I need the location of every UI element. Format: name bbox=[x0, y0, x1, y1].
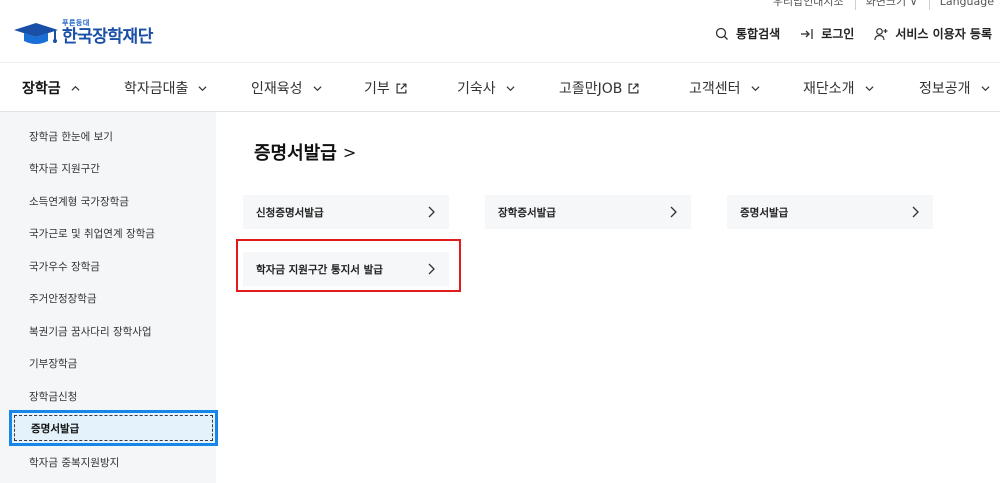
sidebar-item-national-excellence[interactable]: 국가우수 장학금 bbox=[0, 250, 216, 282]
chevron-down-icon bbox=[313, 85, 322, 91]
chevron-down-icon bbox=[198, 85, 207, 91]
graduation-cap-logo-icon bbox=[14, 22, 58, 44]
sidebar-item-certificate-issuance[interactable]: 증명서발급 bbox=[9, 410, 218, 446]
gnb-item-talent[interactable]: 인재육성 bbox=[251, 63, 322, 113]
global-navigation: 장학금 학자금대출 인재육성 기부 기숙사 고졸만JOB 고객센터 재단소개 정… bbox=[0, 62, 1000, 114]
gnb-item-dormitory[interactable]: 기숙사 bbox=[457, 63, 515, 113]
gnb-label: 인재육성 bbox=[251, 81, 303, 97]
sidebar-item-duplicate-prevention[interactable]: 학자금 중복지원방지 bbox=[0, 446, 216, 478]
gnb-label: 학자금대출 bbox=[124, 81, 189, 97]
gnb-item-high-school-job[interactable]: 고졸만JOB bbox=[559, 63, 639, 113]
sidebar-item-income-linked[interactable]: 소득연계형 국가장학금 bbox=[0, 185, 216, 217]
gnb-label: 재단소개 bbox=[803, 81, 855, 97]
sidebar-item-scholarship-overview[interactable]: 장학금 한눈에 보기 bbox=[0, 120, 216, 152]
logo-title: 한국장학재단 bbox=[62, 27, 153, 47]
login-button[interactable]: 로그인 bbox=[800, 25, 854, 42]
sidebar-item-application[interactable]: 장학금신청 bbox=[0, 380, 216, 412]
card-support-tier-notice[interactable]: 학자금 지원구간 통지서 발급 bbox=[243, 252, 449, 286]
gnb-label: 고객센터 bbox=[689, 81, 741, 97]
register-button[interactable]: 서비스 이용자 등록 bbox=[874, 25, 992, 42]
external-link-icon bbox=[396, 82, 407, 94]
search-button[interactable]: 통합검색 bbox=[715, 25, 780, 42]
gnb-item-disclosure[interactable]: 정보공개 bbox=[919, 63, 990, 113]
chevron-down-icon bbox=[865, 85, 874, 91]
sidebar-item-housing[interactable]: 주거안정장학금 bbox=[0, 282, 216, 314]
search-button-label: 통합검색 bbox=[736, 27, 781, 41]
gnb-item-about[interactable]: 재단소개 bbox=[803, 63, 874, 113]
chevron-right-icon bbox=[670, 206, 677, 218]
search-icon bbox=[715, 27, 729, 40]
login-icon bbox=[801, 28, 813, 39]
gnb-item-donation[interactable]: 기부 bbox=[364, 63, 407, 113]
login-button-label: 로그인 bbox=[821, 27, 855, 41]
sidebar: 장학금 한눈에 보기 학자금 지원구간 소득연계형 국가장학금 국가근로 및 취… bbox=[0, 112, 218, 483]
card-label: 증명서발급 bbox=[740, 206, 789, 219]
chevron-up-icon bbox=[71, 85, 80, 91]
gnb-item-customer-center[interactable]: 고객센터 bbox=[689, 63, 760, 113]
gnb-label: 고졸만JOB bbox=[559, 81, 623, 97]
card-label: 장학증서발급 bbox=[498, 206, 556, 219]
page-title-chevron: > bbox=[342, 142, 357, 162]
gnb-label: 정보공개 bbox=[919, 81, 971, 97]
card-certificate[interactable]: 증명서발급 bbox=[727, 195, 933, 229]
chevron-right-icon bbox=[428, 206, 435, 218]
chevron-right-icon bbox=[428, 263, 435, 275]
page-title: 증명서발급 > bbox=[254, 139, 356, 165]
gnb-label: 장학금 bbox=[22, 81, 61, 97]
site-header: 푸른등대 한국장학재단 통합검색 로그인 서비스 이용자 등록 bbox=[0, 0, 1000, 62]
card-label: 신청증명서발급 bbox=[256, 206, 324, 219]
logo-subtitle: 푸른등대 bbox=[62, 19, 90, 27]
card-label: 학자금 지원구간 통지서 발급 bbox=[256, 263, 383, 276]
chevron-down-icon bbox=[981, 85, 990, 91]
chevron-down-icon bbox=[751, 85, 760, 91]
external-link-icon bbox=[628, 82, 639, 94]
user-add-icon bbox=[874, 27, 888, 40]
page-title-text: 증명서발급 bbox=[254, 143, 337, 164]
card-scholarship-certificate[interactable]: 장학증서발급 bbox=[485, 195, 691, 229]
sidebar-item-work-study[interactable]: 국가근로 및 취업연계 장학금 bbox=[0, 217, 216, 249]
sidebar-item-donation-scholarship[interactable]: 기부장학금 bbox=[0, 347, 216, 379]
gnb-item-scholarship[interactable]: 장학금 bbox=[22, 63, 88, 114]
gnb-item-student-loan[interactable]: 학자금대출 bbox=[124, 63, 207, 113]
sidebar-item-lottery-ladder[interactable]: 복권기금 꿈사다리 장학사업 bbox=[0, 315, 216, 347]
chevron-down-icon bbox=[506, 85, 515, 91]
card-application-certificate[interactable]: 신청증명서발급 bbox=[243, 195, 449, 229]
register-button-label: 서비스 이용자 등록 bbox=[895, 27, 992, 41]
header-actions: 통합검색 로그인 서비스 이용자 등록 bbox=[695, 25, 992, 42]
gnb-label: 기숙사 bbox=[457, 81, 496, 97]
sidebar-item-support-tier[interactable]: 학자금 지원구간 bbox=[0, 152, 216, 184]
gnb-label: 기부 bbox=[364, 81, 390, 97]
site-logo[interactable]: 푸른등대 한국장학재단 bbox=[12, 20, 153, 47]
chevron-right-icon bbox=[912, 206, 919, 218]
